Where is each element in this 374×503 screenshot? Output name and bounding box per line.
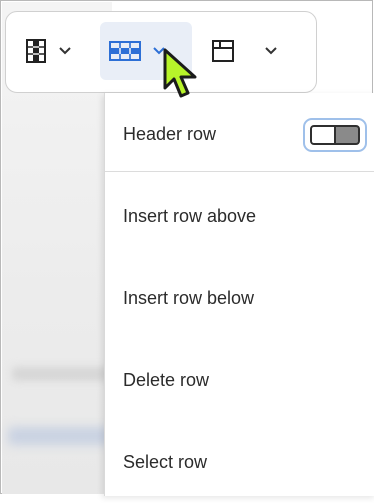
menu-item-label: Delete row xyxy=(123,369,210,390)
table-column-icon xyxy=(24,38,48,64)
select-row-item[interactable]: Select row xyxy=(105,421,374,503)
toggle-track xyxy=(310,125,360,145)
delete-row-item[interactable]: Delete row xyxy=(105,339,374,421)
chevron-down-icon xyxy=(264,46,278,56)
merge-cells-button[interactable] xyxy=(202,22,308,80)
column-options-button[interactable] xyxy=(16,22,96,80)
insert-row-above-item[interactable]: Insert row above xyxy=(105,175,374,257)
screenshot-frame: Header row Insert row above Insert row b… xyxy=(0,0,374,496)
menu-item-label: Insert row above xyxy=(123,205,257,226)
header-row-toggle[interactable] xyxy=(303,118,367,152)
header-row-item[interactable]: Header row xyxy=(105,93,374,175)
table-row-icon xyxy=(108,40,142,62)
blurred-content xyxy=(8,427,112,445)
mouse-cursor-icon xyxy=(161,48,205,107)
menu-divider xyxy=(105,171,374,172)
menu-item-label: Select row xyxy=(123,451,208,472)
header-row-label: Header row xyxy=(123,123,217,144)
table-merge-cells-icon xyxy=(210,38,236,64)
chevron-down-icon xyxy=(58,46,72,56)
blurred-content xyxy=(12,367,112,381)
row-options-dropdown: Header row Insert row above Insert row b… xyxy=(104,93,374,496)
toggle-knob xyxy=(312,127,336,143)
insert-row-below-item[interactable]: Insert row below xyxy=(105,257,374,339)
menu-item-label: Insert row below xyxy=(123,287,255,308)
